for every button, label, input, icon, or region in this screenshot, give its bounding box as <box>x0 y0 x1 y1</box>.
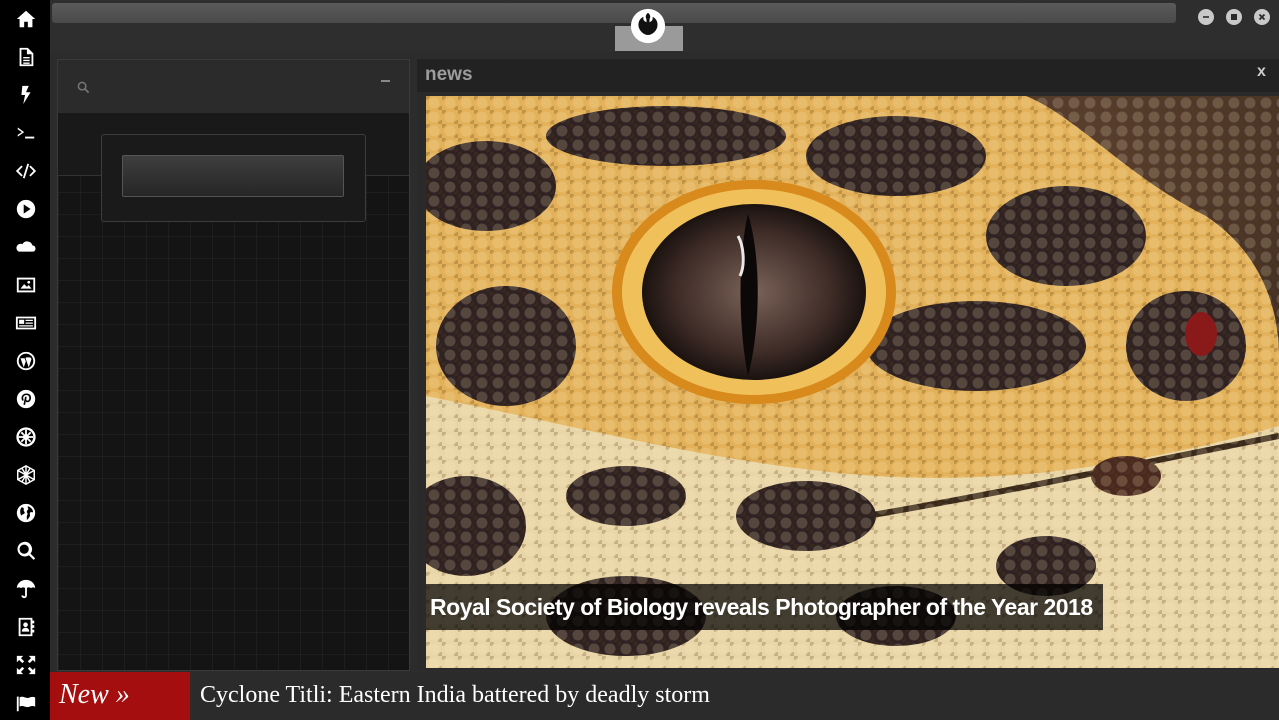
gecko-photo <box>426 96 1279 668</box>
panel-input-field[interactable] <box>122 155 344 197</box>
expand-icon[interactable] <box>13 652 39 678</box>
maximize-icon[interactable] <box>1226 9 1242 25</box>
ticker-label: New » <box>50 672 190 720</box>
news-image[interactable]: Royal Society of Biology reveals Photogr… <box>426 96 1279 668</box>
umbrella-icon[interactable] <box>13 576 39 602</box>
wordpress-icon[interactable] <box>13 348 39 374</box>
document-icon[interactable] <box>13 44 39 70</box>
globe-icon[interactable] <box>13 500 39 526</box>
news-caption[interactable]: Royal Society of Biology reveals Photogr… <box>426 584 1103 630</box>
top-bar <box>50 0 1279 52</box>
contacts-icon[interactable] <box>13 614 39 640</box>
hexagon-mesh-icon[interactable] <box>13 462 39 488</box>
minimize-icon[interactable] <box>381 80 390 82</box>
galactic-empire-icon[interactable] <box>13 424 39 450</box>
news-title: news <box>425 64 473 85</box>
search-panel <box>57 59 410 671</box>
rebel-alliance-icon[interactable] <box>629 7 667 45</box>
close-icon[interactable] <box>1254 9 1270 25</box>
image-icon[interactable] <box>13 272 39 298</box>
minimize-icon[interactable] <box>1198 9 1214 25</box>
cloud-icon[interactable] <box>13 234 39 260</box>
news-ticker: New » Cyclone Titli: Eastern India batte… <box>50 672 1279 720</box>
top-address-bar[interactable] <box>52 3 1176 23</box>
terminal-icon[interactable] <box>13 120 39 146</box>
panel-header <box>58 60 409 113</box>
input-container <box>101 134 366 222</box>
news-header: news x <box>417 59 1279 92</box>
code-icon[interactable] <box>13 158 39 184</box>
play-icon[interactable] <box>13 196 39 222</box>
flag-icon[interactable] <box>13 690 39 716</box>
news-panel: news x Royal Society of Biology reveals … <box>417 59 1279 670</box>
newspaper-icon[interactable] <box>13 310 39 336</box>
bolt-icon[interactable] <box>13 82 39 108</box>
search-icon[interactable] <box>77 81 90 94</box>
pinterest-icon[interactable] <box>13 386 39 412</box>
search-icon[interactable] <box>13 538 39 564</box>
news-close-button[interactable]: x <box>1257 63 1266 81</box>
app-sidebar <box>0 0 50 720</box>
home-icon[interactable] <box>13 6 39 32</box>
ticker-headline[interactable]: Cyclone Titli: Eastern India battered by… <box>200 672 710 720</box>
